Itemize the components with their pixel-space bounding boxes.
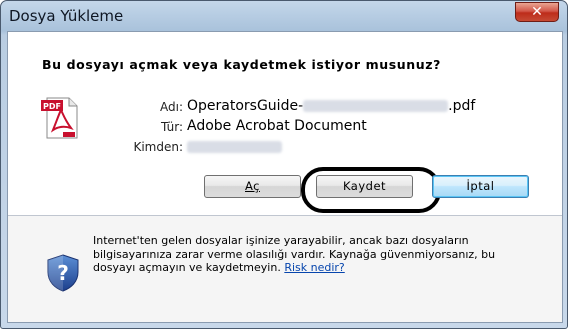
svg-text:?: ? bbox=[57, 261, 69, 285]
warning-line-3-text: dosyayı açmayın ve kaydetmeyin. bbox=[93, 261, 281, 274]
open-button[interactable]: Aç bbox=[204, 175, 301, 198]
file-name-label: Adı: bbox=[160, 100, 183, 114]
warning-line-2: bilgisayarınıza zarar verme olasılığı va… bbox=[93, 247, 496, 261]
window-title: Dosya Yükleme bbox=[9, 7, 124, 25]
file-from-value bbox=[187, 139, 282, 155]
file-name-prefix: OperatorsGuide- bbox=[187, 98, 304, 114]
pdf-file-icon: PDF bbox=[41, 97, 78, 139]
security-warning-text: Internet'ten gelen dosyalar işinize yara… bbox=[93, 234, 548, 275]
close-icon: ✕ bbox=[531, 4, 543, 20]
warning-line-3: dosyayı açmayın ve kaydetmeyin. Risk ned… bbox=[93, 261, 548, 275]
file-type-label: Tür: bbox=[160, 120, 183, 134]
pdf-badge-text: PDF bbox=[43, 102, 61, 111]
security-shield-question-icon: ? bbox=[47, 254, 79, 292]
save-button[interactable]: Kaydet bbox=[316, 175, 413, 198]
file-name-value: OperatorsGuide- .pdf bbox=[187, 98, 475, 114]
cancel-button[interactable]: İptal bbox=[432, 175, 529, 198]
redacted-file-id bbox=[303, 100, 449, 112]
warning-line-1: Internet'ten gelen dosyalar işinize yara… bbox=[93, 234, 469, 247]
dialog-upper-panel: Bu dosyayı açmak veya kaydetmek istiyor … bbox=[8, 32, 562, 216]
download-dialog: Dosya Yükleme ✕ Bu dosyayı açmak veya ka… bbox=[0, 0, 568, 329]
save-button-label: Kaydet bbox=[342, 179, 387, 193]
file-name-suffix: .pdf bbox=[448, 98, 476, 114]
title-bar[interactable]: Dosya Yükleme ✕ bbox=[1, 1, 567, 31]
open-button-label: Aç bbox=[245, 179, 260, 193]
redacted-source-address bbox=[187, 141, 282, 153]
cancel-button-label: İptal bbox=[466, 179, 495, 193]
file-type-value: Adobe Acrobat Document bbox=[187, 118, 367, 134]
dialog-question: Bu dosyayı açmak veya kaydetmek istiyor … bbox=[42, 57, 441, 72]
file-from-label: Kimden: bbox=[133, 140, 183, 154]
dialog-body: Bu dosyayı açmak veya kaydetmek istiyor … bbox=[7, 31, 563, 323]
close-button[interactable]: ✕ bbox=[515, 2, 559, 22]
risk-link[interactable]: Risk nedir? bbox=[284, 261, 344, 274]
